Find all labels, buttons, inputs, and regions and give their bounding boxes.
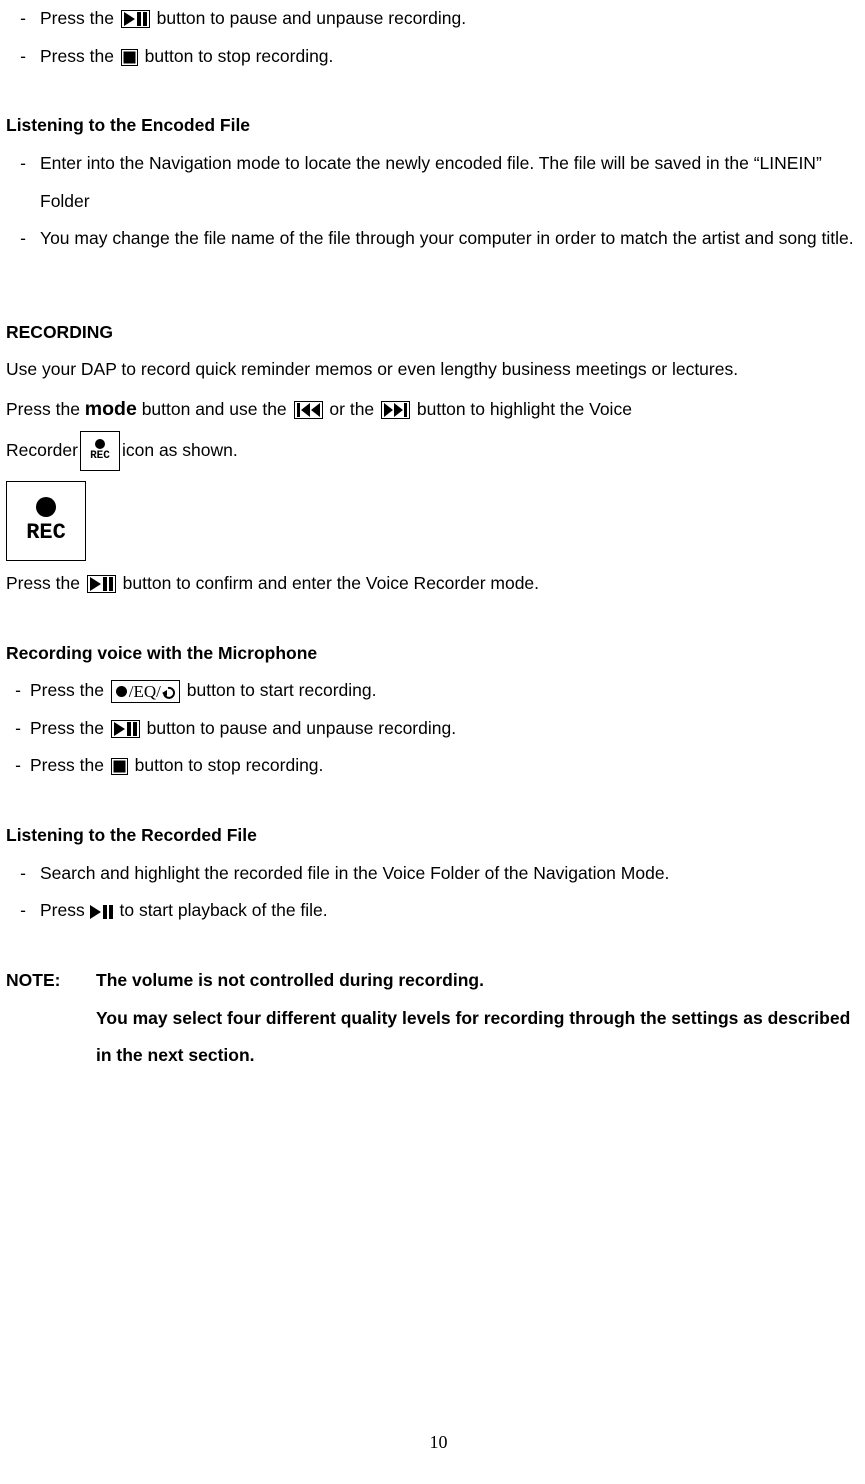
note-label: NOTE: xyxy=(6,962,96,1075)
list-item: - Press the button to stop recording. xyxy=(6,747,859,785)
text: button to pause and unpause recording. xyxy=(147,718,456,738)
text: button to highlight the Voice xyxy=(417,399,632,419)
text: button to stop recording. xyxy=(135,755,324,775)
text: to start playback of the file. xyxy=(119,900,327,920)
recorded-list: - Search and highlight the recorded file… xyxy=(6,855,859,930)
top-list: - Press the button to pause and unpause … xyxy=(6,0,859,75)
text: Enter into the Navigation mode to locate… xyxy=(40,145,859,220)
text: Press xyxy=(40,900,90,920)
list-item-body: Press the button to stop recording. xyxy=(30,747,859,785)
record-dot-icon xyxy=(36,497,56,517)
stop-icon xyxy=(121,49,138,66)
note-block: NOTE: The volume is not controlled durin… xyxy=(6,962,859,1075)
record-dot-icon xyxy=(95,439,105,449)
recording-line2: Press the mode button and use the or the… xyxy=(6,389,859,431)
bullet: - xyxy=(6,145,40,183)
text: Press the xyxy=(30,755,109,775)
previous-icon xyxy=(294,401,323,419)
encoded-list: - Enter into the Navigation mode to loca… xyxy=(6,145,859,258)
list-item: - Press the /EQ/ button to start recordi… xyxy=(6,672,859,710)
play-pause-icon xyxy=(111,720,140,738)
text: You may change the file name of the file… xyxy=(40,220,859,258)
bullet: - xyxy=(6,892,40,930)
text: Press the xyxy=(6,573,85,593)
list-item-body: Press to start playback of the file. xyxy=(40,892,859,930)
recording-confirm: Press the button to confirm and enter th… xyxy=(6,565,859,603)
note-line: The volume is not controlled during reco… xyxy=(96,962,859,1000)
text: Recorder xyxy=(6,432,78,470)
recording-line3: Recorder REC icon as shown. xyxy=(6,431,859,471)
list-item: - Search and highlight the recorded file… xyxy=(6,855,859,893)
play-pause-icon xyxy=(87,575,116,593)
list-item-body: Press the button to stop recording. xyxy=(40,38,859,76)
text: Search and highlight the recorded file i… xyxy=(40,855,859,893)
text: icon as shown. xyxy=(122,432,238,470)
undo-icon xyxy=(161,685,175,699)
mic-list: - Press the /EQ/ button to start recordi… xyxy=(6,672,859,785)
stop-icon xyxy=(111,758,128,775)
heading-listening-encoded: Listening to the Encoded File xyxy=(6,107,859,145)
bullet: - xyxy=(6,855,40,893)
eq-button-icon: /EQ/ xyxy=(111,680,180,703)
heading-listening-recorded: Listening to the Recorded File xyxy=(6,817,859,855)
document-page: - Press the button to pause and unpause … xyxy=(0,0,865,1484)
list-item-body: Press the button to pause and unpause re… xyxy=(40,0,859,38)
list-item: - You may change the file name of the fi… xyxy=(6,220,859,258)
list-item: - Press the button to stop recording. xyxy=(6,38,859,76)
mode-button-label: mode xyxy=(85,398,137,420)
text: Press the xyxy=(30,680,109,700)
page-number: 10 xyxy=(6,1423,865,1462)
list-item: - Press the button to pause and unpause … xyxy=(6,710,859,748)
recording-intro: Use your DAP to record quick reminder me… xyxy=(6,351,859,389)
rec-label: REC xyxy=(26,522,66,544)
list-item: - Press to start playback of the file. xyxy=(6,892,859,930)
heading-recording: RECORDING xyxy=(6,314,859,352)
heading-recording-mic: Recording voice with the Microphone xyxy=(6,635,859,673)
text: button to pause and unpause recording. xyxy=(157,8,466,28)
play-pause-icon xyxy=(121,10,150,28)
text: button to confirm and enter the Voice Re… xyxy=(123,573,539,593)
bullet: - xyxy=(6,220,40,258)
text: button to start recording. xyxy=(187,680,377,700)
bullet: - xyxy=(6,0,40,38)
rec-icon-large: REC xyxy=(6,481,86,561)
text: button and use the xyxy=(142,399,292,419)
text: Press the xyxy=(40,8,119,28)
text: button to stop recording. xyxy=(145,46,334,66)
note-line: You may select four different quality le… xyxy=(96,1000,859,1075)
bullet: - xyxy=(6,747,30,785)
bullet: - xyxy=(6,38,40,76)
text: Press the xyxy=(30,718,109,738)
record-dot-icon xyxy=(116,686,127,697)
bullet: - xyxy=(6,672,30,710)
text: Press the xyxy=(6,399,85,419)
next-icon xyxy=(381,401,410,419)
bullet: - xyxy=(6,710,30,748)
list-item: - Enter into the Navigation mode to loca… xyxy=(6,145,859,220)
play-pause-icon xyxy=(90,905,115,919)
rec-icon: REC xyxy=(80,431,120,471)
note-body: The volume is not controlled during reco… xyxy=(96,962,859,1075)
text: or the xyxy=(329,399,379,419)
text: Press the xyxy=(40,46,119,66)
rec-label: REC xyxy=(90,451,110,462)
eq-text: /EQ/ xyxy=(129,683,161,700)
list-item-body: Press the /EQ/ button to start recording… xyxy=(30,672,859,710)
list-item-body: Press the button to pause and unpause re… xyxy=(30,710,859,748)
list-item: - Press the button to pause and unpause … xyxy=(6,0,859,38)
